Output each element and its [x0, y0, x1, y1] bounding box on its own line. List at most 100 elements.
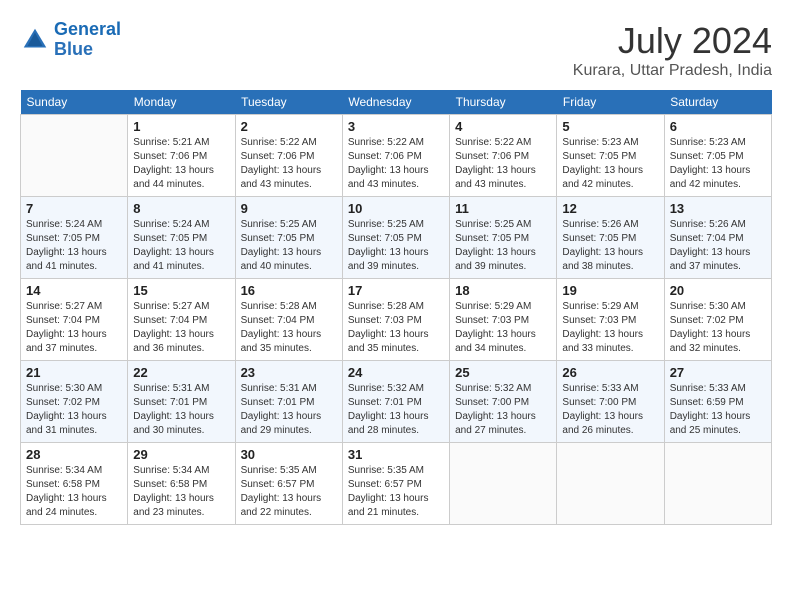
day-number: 9: [241, 201, 337, 216]
day-info: Sunrise: 5:22 AM Sunset: 7:06 PM Dayligh…: [348, 136, 444, 192]
day-info: Sunrise: 5:30 AM Sunset: 7:02 PM Dayligh…: [670, 300, 766, 356]
day-number: 21: [26, 365, 122, 380]
day-cell: 23 Sunrise: 5:31 AM Sunset: 7:01 PM Dayli…: [235, 361, 342, 443]
day-cell: 29 Sunrise: 5:34 AM Sunset: 6:58 PM Dayli…: [128, 443, 235, 525]
header-sunday: Sunday: [21, 90, 128, 115]
day-cell: 20 Sunrise: 5:30 AM Sunset: 7:02 PM Dayli…: [664, 279, 771, 361]
day-info: Sunrise: 5:25 AM Sunset: 7:05 PM Dayligh…: [455, 218, 551, 274]
calendar-header-row: SundayMondayTuesdayWednesdayThursdayFrid…: [21, 90, 772, 115]
day-cell: 6 Sunrise: 5:23 AM Sunset: 7:05 PM Daylig…: [664, 115, 771, 197]
day-cell: 17 Sunrise: 5:28 AM Sunset: 7:03 PM Dayli…: [342, 279, 449, 361]
day-info: Sunrise: 5:33 AM Sunset: 7:00 PM Dayligh…: [562, 382, 658, 438]
header-tuesday: Tuesday: [235, 90, 342, 115]
day-number: 18: [455, 283, 551, 298]
day-info: Sunrise: 5:34 AM Sunset: 6:58 PM Dayligh…: [133, 464, 229, 520]
day-number: 28: [26, 447, 122, 462]
day-number: 17: [348, 283, 444, 298]
day-info: Sunrise: 5:26 AM Sunset: 7:05 PM Dayligh…: [562, 218, 658, 274]
day-info: Sunrise: 5:30 AM Sunset: 7:02 PM Dayligh…: [26, 382, 122, 438]
day-cell: 14 Sunrise: 5:27 AM Sunset: 7:04 PM Dayli…: [21, 279, 128, 361]
day-info: Sunrise: 5:23 AM Sunset: 7:05 PM Dayligh…: [562, 136, 658, 192]
day-number: 16: [241, 283, 337, 298]
header-monday: Monday: [128, 90, 235, 115]
day-info: Sunrise: 5:29 AM Sunset: 7:03 PM Dayligh…: [455, 300, 551, 356]
day-cell: 25 Sunrise: 5:32 AM Sunset: 7:00 PM Dayli…: [450, 361, 557, 443]
week-row-4: 21 Sunrise: 5:30 AM Sunset: 7:02 PM Dayli…: [21, 361, 772, 443]
title-block: July 2024 Kurara, Uttar Pradesh, India: [573, 20, 772, 80]
day-cell: 9Sunrise: 5:25 AM Sunset: 7:05 PM Daylig…: [235, 197, 342, 279]
day-number: 6: [670, 119, 766, 134]
day-info: Sunrise: 5:23 AM Sunset: 7:05 PM Dayligh…: [670, 136, 766, 192]
day-number: 29: [133, 447, 229, 462]
day-number: 30: [241, 447, 337, 462]
day-number: 22: [133, 365, 229, 380]
page-header: General Blue July 2024 Kurara, Uttar Pra…: [20, 20, 772, 80]
day-info: Sunrise: 5:31 AM Sunset: 7:01 PM Dayligh…: [241, 382, 337, 438]
day-number: 19: [562, 283, 658, 298]
day-number: 13: [670, 201, 766, 216]
day-info: Sunrise: 5:28 AM Sunset: 7:04 PM Dayligh…: [241, 300, 337, 356]
month-year: July 2024: [573, 20, 772, 62]
day-cell: 28Sunrise: 5:34 AM Sunset: 6:58 PM Dayli…: [21, 443, 128, 525]
day-info: Sunrise: 5:31 AM Sunset: 7:01 PM Dayligh…: [133, 382, 229, 438]
header-thursday: Thursday: [450, 90, 557, 115]
day-info: Sunrise: 5:32 AM Sunset: 7:00 PM Dayligh…: [455, 382, 551, 438]
day-cell: 13 Sunrise: 5:26 AM Sunset: 7:04 PM Dayli…: [664, 197, 771, 279]
day-number: 11: [455, 201, 551, 216]
day-info: Sunrise: 5:27 AM Sunset: 7:04 PM Dayligh…: [26, 300, 122, 356]
day-number: 8: [133, 201, 229, 216]
week-row-2: 7 Sunrise: 5:24 AM Sunset: 7:05 PM Daylig…: [21, 197, 772, 279]
header-saturday: Saturday: [664, 90, 771, 115]
day-cell: [450, 443, 557, 525]
day-info: Sunrise: 5:29 AM Sunset: 7:03 PM Dayligh…: [562, 300, 658, 356]
day-cell: 16 Sunrise: 5:28 AM Sunset: 7:04 PM Dayli…: [235, 279, 342, 361]
day-number: 7: [26, 201, 122, 216]
day-cell: 26 Sunrise: 5:33 AM Sunset: 7:00 PM Dayli…: [557, 361, 664, 443]
day-number: 10: [348, 201, 444, 216]
day-cell: [664, 443, 771, 525]
day-number: 15: [133, 283, 229, 298]
day-info: Sunrise: 5:26 AM Sunset: 7:04 PM Dayligh…: [670, 218, 766, 274]
day-cell: 4Sunrise: 5:22 AM Sunset: 7:06 PM Daylig…: [450, 115, 557, 197]
day-number: 31: [348, 447, 444, 462]
logo-icon: [20, 25, 50, 55]
day-cell: 2 Sunrise: 5:22 AM Sunset: 7:06 PM Daylig…: [235, 115, 342, 197]
day-cell: 27Sunrise: 5:33 AM Sunset: 6:59 PM Dayli…: [664, 361, 771, 443]
day-number: 1: [133, 119, 229, 134]
day-number: 23: [241, 365, 337, 380]
day-number: 20: [670, 283, 766, 298]
day-number: 2: [241, 119, 337, 134]
day-number: 26: [562, 365, 658, 380]
day-info: Sunrise: 5:35 AM Sunset: 6:57 PM Dayligh…: [348, 464, 444, 520]
day-cell: 31 Sunrise: 5:35 AM Sunset: 6:57 PM Dayli…: [342, 443, 449, 525]
day-cell: 18 Sunrise: 5:29 AM Sunset: 7:03 PM Dayli…: [450, 279, 557, 361]
logo-text: General Blue: [54, 20, 121, 60]
day-info: Sunrise: 5:32 AM Sunset: 7:01 PM Dayligh…: [348, 382, 444, 438]
calendar-table: SundayMondayTuesdayWednesdayThursdayFrid…: [20, 90, 772, 525]
day-cell: 10Sunrise: 5:25 AM Sunset: 7:05 PM Dayli…: [342, 197, 449, 279]
logo: General Blue: [20, 20, 121, 60]
day-cell: 21 Sunrise: 5:30 AM Sunset: 7:02 PM Dayli…: [21, 361, 128, 443]
day-number: 3: [348, 119, 444, 134]
day-cell: 22 Sunrise: 5:31 AM Sunset: 7:01 PM Dayli…: [128, 361, 235, 443]
header-wednesday: Wednesday: [342, 90, 449, 115]
day-cell: 30Sunrise: 5:35 AM Sunset: 6:57 PM Dayli…: [235, 443, 342, 525]
day-info: Sunrise: 5:24 AM Sunset: 7:05 PM Dayligh…: [133, 218, 229, 274]
day-info: Sunrise: 5:24 AM Sunset: 7:05 PM Dayligh…: [26, 218, 122, 274]
week-row-5: 28 Sunrise: 5:34 AM Sunset: 6:58 PM Dayli…: [21, 443, 772, 525]
day-cell: 1 Sunrise: 5:21 AM Sunset: 7:06 PM Daylig…: [128, 115, 235, 197]
day-info: Sunrise: 5:28 AM Sunset: 7:03 PM Dayligh…: [348, 300, 444, 356]
day-info: Sunrise: 5:22 AM Sunset: 7:06 PM Dayligh…: [241, 136, 337, 192]
day-number: 25: [455, 365, 551, 380]
day-number: 14: [26, 283, 122, 298]
day-number: 4: [455, 119, 551, 134]
day-cell: 3 Sunrise: 5:22 AM Sunset: 7:06 PM Daylig…: [342, 115, 449, 197]
day-cell: 8 Sunrise: 5:24 AM Sunset: 7:05 PM Daylig…: [128, 197, 235, 279]
day-cell: 24Sunrise: 5:32 AM Sunset: 7:01 PM Dayli…: [342, 361, 449, 443]
week-row-1: 1 Sunrise: 5:21 AM Sunset: 7:06 PM Daylig…: [21, 115, 772, 197]
day-number: 5: [562, 119, 658, 134]
day-info: Sunrise: 5:21 AM Sunset: 7:06 PM Dayligh…: [133, 136, 229, 192]
day-number: 12: [562, 201, 658, 216]
day-cell: 12 Sunrise: 5:26 AM Sunset: 7:05 PM Dayli…: [557, 197, 664, 279]
day-cell: 15Sunrise: 5:27 AM Sunset: 7:04 PM Dayli…: [128, 279, 235, 361]
